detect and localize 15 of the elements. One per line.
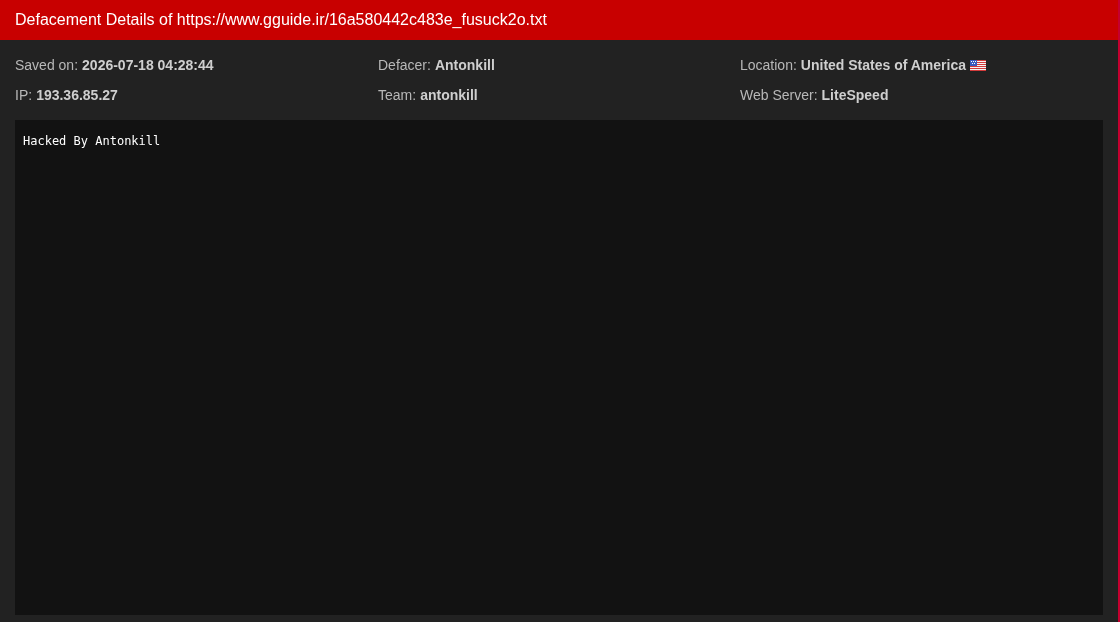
detail-value: United States of America <box>800 56 967 75</box>
detail-value: LiteSpeed <box>821 86 889 105</box>
modal-title: Defacement Details of https://www.gguide.ir/16a580442c483e_fusuck2o.txt <box>15 11 547 29</box>
detail-label: IP: <box>15 86 33 105</box>
detail-label: Web Server: <box>740 86 818 105</box>
detail-value: 193.36.85.27 <box>36 86 118 105</box>
detail-label: Location: <box>740 56 797 75</box>
detail-label: Team: <box>378 86 417 105</box>
detail-label: Defacer: <box>378 56 431 75</box>
flag-icon <box>970 60 987 71</box>
detail-value: Antonkill <box>434 56 495 75</box>
content-text: Hacked By Antonkill <box>23 134 162 149</box>
detail-label: Saved on: <box>15 56 79 75</box>
detail-value: antonkill <box>420 86 478 105</box>
detail-value: 2026-07-18 04:28:44 <box>82 56 214 75</box>
